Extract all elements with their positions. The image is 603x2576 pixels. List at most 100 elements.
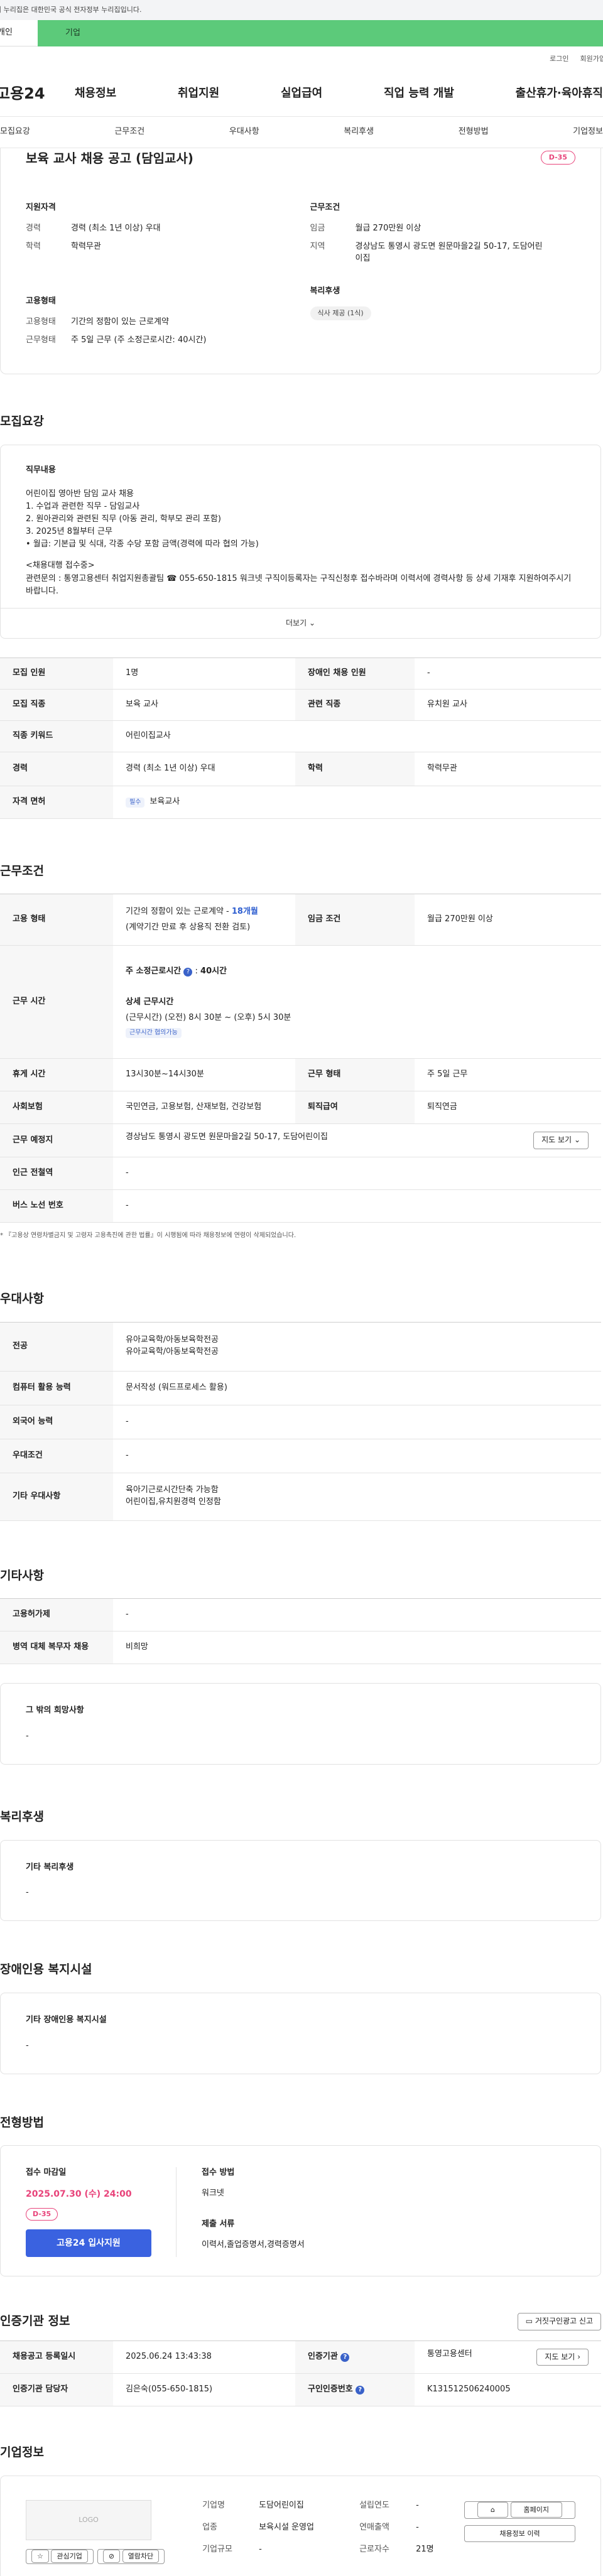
- tab-personal[interactable]: 개인: [0, 20, 38, 46]
- cell-key: 구인인증번호 ?: [295, 2373, 415, 2407]
- desc-line: • 월급: 기본급 및 식대, 각종 수당 포함 금액(경력에 따라 협의 가능…: [26, 539, 259, 549]
- cell-key: 자격 면허: [0, 786, 113, 819]
- other-etc-title: 그 밖의 희망사항: [26, 1706, 84, 1716]
- more-button[interactable]: 더보기 ⌄: [1, 607, 600, 638]
- hours-total: 주 소정근로시간 ? : 40시간: [126, 966, 227, 977]
- subnav-company[interactable]: 기업정보: [573, 126, 603, 138]
- deadline-title: 접수 마감일: [26, 2168, 67, 2178]
- logo[interactable]: 고용24: [0, 83, 75, 105]
- cell-key: 근무 시간: [0, 945, 113, 1059]
- desc-line: 어린이집 영아반 담임 교사 채용: [26, 489, 134, 499]
- table-row: 채용공고 등록일시 2025.06.24 13:43:38 인증기관 ? 통영고…: [0, 2341, 601, 2374]
- agency-section-title: 인증기관 정보: [0, 2314, 70, 2329]
- company-key: 기업규모: [202, 2545, 232, 2555]
- map-button-label: 지도 보기: [545, 2352, 575, 2361]
- cell-value: 월급 270만원 이상: [415, 894, 601, 946]
- method-value: 워크넷: [202, 2188, 224, 2198]
- work-section-title: 근무조건: [0, 863, 44, 878]
- table-row: 외국어 능력 -: [0, 1405, 601, 1439]
- license-value: 보육교사: [149, 796, 180, 806]
- cell-value: 13시30분~14시30분: [113, 1058, 295, 1092]
- cell-value: 주 5일 근무: [415, 1058, 601, 1092]
- qual-key: 경력: [26, 223, 41, 233]
- help-icon[interactable]: ?: [356, 2386, 365, 2395]
- report-button[interactable]: ▭ 거짓구인광고 신고: [517, 2313, 601, 2330]
- cell-value: -: [113, 1157, 601, 1190]
- gnb-menu: 채용정보 취업지원 실업급여 직업 능력 개발 출산휴가·육아휴직: [75, 85, 603, 102]
- table-row: 인증기관 담당자 김은숙(055-650-1815) 구인인증번호 ? K131…: [0, 2373, 601, 2407]
- other-etc-value: -: [26, 1731, 29, 1741]
- company-key: 연매출액: [359, 2522, 389, 2532]
- subnav-recruit[interactable]: 모집요강: [0, 126, 30, 138]
- tab-company-label: 기업: [65, 28, 80, 38]
- emp-type-note: (계약기간 만료 후 상용직 전환 검토): [126, 922, 251, 932]
- process-section-title: 전형방법: [0, 2115, 44, 2130]
- subnav-process[interactable]: 전형방법: [459, 126, 489, 138]
- join-link[interactable]: 회원가입: [580, 54, 603, 64]
- gnb-item-employment-support[interactable]: 취업지원: [178, 85, 219, 102]
- emp-row: 근무형태 주 5일 근무 (주 소정근로시간: 40시간): [26, 335, 291, 347]
- gnb-item-leave[interactable]: 출산휴가·육아휴직: [516, 85, 603, 102]
- conditions-block: 근무조건 임금 월급 270만원 이상 지역 경상남도 통영시 광도면 원문마을2길…: [310, 202, 576, 271]
- company-card: LOGO ☆ 관심기업 ⊘ 열람차단 기업명 도담어린이집 설립연도 - 업종 보육시…: [0, 2475, 601, 2576]
- favorite-button[interactable]: ☆ 관심기업: [26, 2548, 94, 2564]
- map-button-label: 지도 보기: [541, 1135, 572, 1145]
- agency-map-button[interactable]: 지도 보기 ›: [536, 2348, 589, 2366]
- disabled-section-title: 장애인용 복지시설: [0, 1962, 92, 1977]
- company-value: -: [259, 2545, 262, 2555]
- cond-key: 임금: [310, 223, 325, 233]
- company-section-title: 기업정보: [0, 2445, 44, 2460]
- emp-value: 주 5일 근무 (주 소정근로시간: 40시간): [71, 335, 207, 345]
- cell-value: 통영고용센터 지도 보기 ›: [415, 2341, 601, 2374]
- cell-key: 모집 직종: [0, 689, 113, 721]
- other-table: 고용허가제 - 병역 대체 복무자 채용 비희망: [0, 1598, 601, 1665]
- company-link-buttons: ⌂ 홈페이지 채용정보 이력: [464, 2501, 575, 2543]
- method-title: 접수 방법: [202, 2168, 235, 2178]
- cell-key: 근무 예정지: [0, 1123, 113, 1157]
- block-icon: ⊘: [102, 2549, 121, 2563]
- table-row: 기타 우대사항 육아기근로시간단축 가능함 어린이집,유치원경력 인정함: [0, 1473, 601, 1521]
- cell-value: -: [113, 1598, 601, 1632]
- company-value: 21명: [416, 2545, 434, 2555]
- table-row: 고용 형태 기간의 정함이 있는 근로계약 - 18개월 (계약기간 만료 후 …: [0, 894, 601, 946]
- cell-value: 비희망: [113, 1631, 601, 1665]
- map-button[interactable]: 지도 보기 ⌄: [533, 1132, 589, 1149]
- help-icon[interactable]: ?: [183, 968, 193, 977]
- cell-value: K131512506240005: [415, 2373, 601, 2407]
- gnb-item-training[interactable]: 직업 능력 개발: [384, 85, 454, 102]
- apply-button[interactable]: 고용24 입사지원: [26, 2229, 151, 2258]
- desc-line: 관련문의 : 통영고용센터 취업지원총괄팀 ☎ 055-650-1815 워크넷…: [26, 573, 572, 596]
- agency-header: 인증기관 정보 ▭ 거짓구인광고 신고: [0, 2313, 601, 2330]
- qual-value: 경력 (최소 1년 이상) 우대: [71, 223, 161, 233]
- block-button[interactable]: ⊘ 열람차단: [97, 2548, 165, 2564]
- gnb: 고용24 채용정보 취업지원 실업급여 직업 능력 개발 출산휴가·육아휴직: [0, 72, 603, 117]
- gnb-item-unemployment[interactable]: 실업급여: [281, 85, 322, 102]
- cell-key: 병역 대체 복무자 채용: [0, 1631, 113, 1665]
- other-section-title: 기타사항: [0, 1568, 44, 1583]
- cell-key: 관련 직종: [295, 689, 415, 721]
- subnav-preference[interactable]: 우대사항: [229, 126, 259, 138]
- company-value: 보육시설 운영업: [259, 2522, 314, 2532]
- subnav-conditions[interactable]: 근무조건: [114, 126, 144, 138]
- subnav-welfare[interactable]: 복리후생: [344, 126, 374, 138]
- history-button[interactable]: 채용정보 이력: [464, 2525, 575, 2543]
- desc-line: 2. 원아관리와 관련된 직무 (아동 관리, 학부모 관리 포함): [26, 514, 221, 524]
- gnb-item-jobs[interactable]: 채용정보: [75, 85, 116, 102]
- cell-value: 김은숙(055-650-1815): [113, 2373, 295, 2407]
- homepage-label: 홈페이지: [510, 2501, 562, 2518]
- emp-value: 기간의 정함이 있는 근로계약: [71, 317, 169, 327]
- company-info-grid: 기업명 도담어린이집 설립연도 - 업종 보육시설 운영업 연매출액 - 기업규모 - 근…: [202, 2500, 491, 2558]
- company-key: 업종: [202, 2522, 217, 2532]
- login-link[interactable]: 로그인: [550, 54, 568, 64]
- cell-value: 유치원 교사: [415, 689, 601, 721]
- cell-key: 버스 노선 번호: [0, 1189, 113, 1223]
- cell-key: 고용 형태: [0, 894, 113, 946]
- cell-key: 직종 키워드: [0, 720, 113, 752]
- desc-line: 1. 수업과 관련한 직무 - 담임교사: [26, 501, 140, 511]
- cell-value: 보육 교사: [113, 689, 295, 721]
- tab-company[interactable]: 기업: [38, 20, 603, 46]
- homepage-button[interactable]: ⌂ 홈페이지: [464, 2501, 575, 2519]
- cell-value: -: [113, 1189, 601, 1223]
- cond-value: 월급 270만원 이상: [355, 223, 421, 233]
- help-icon[interactable]: ?: [340, 2352, 350, 2362]
